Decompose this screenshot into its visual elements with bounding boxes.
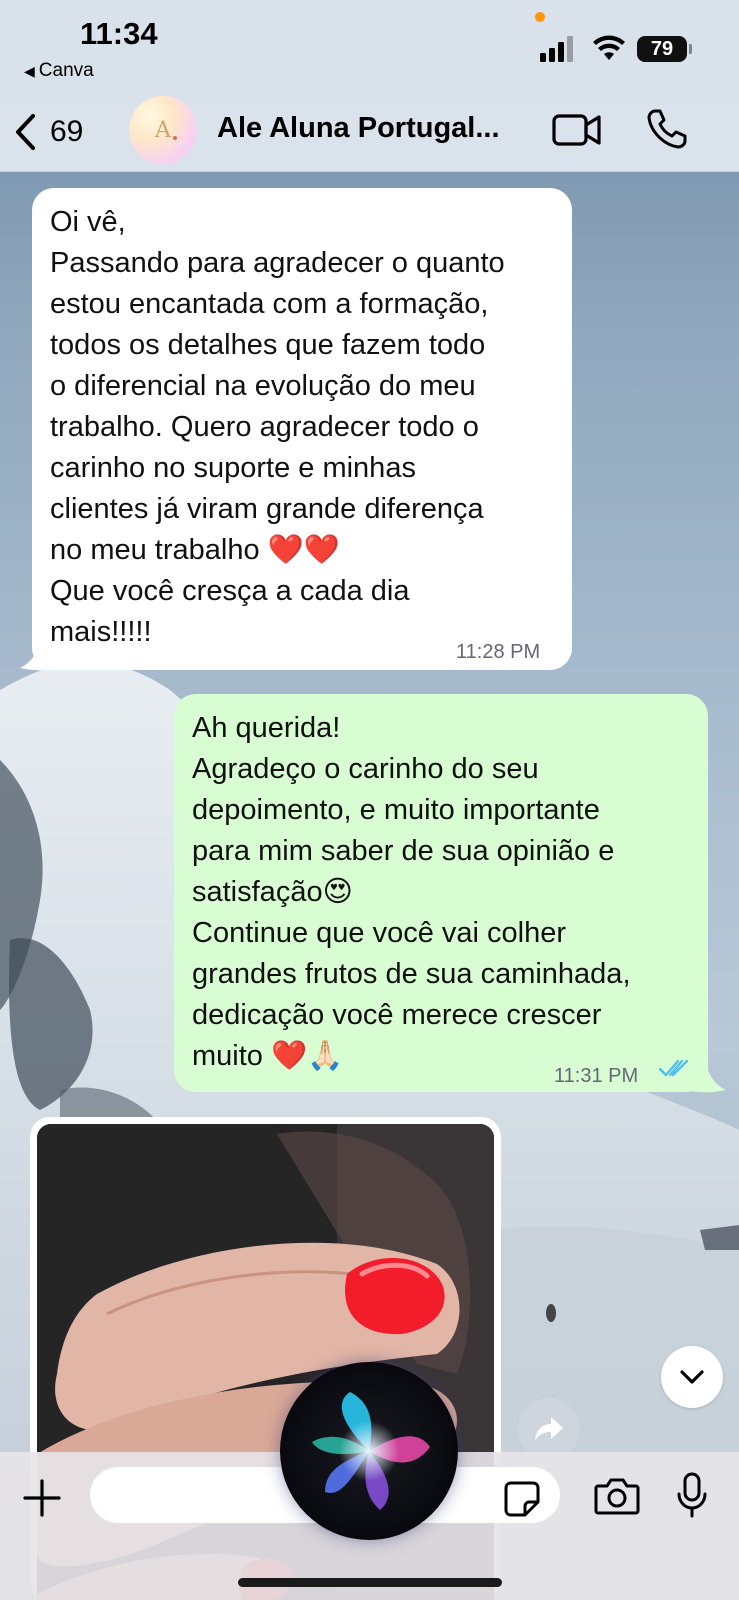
scroll-to-bottom-button[interactable]	[661, 1346, 723, 1408]
video-camera-icon	[552, 114, 601, 146]
message-timestamp: 11:28 PM	[456, 641, 541, 663]
message-line: todos os detalhes que fazem todo	[50, 329, 486, 361]
home-indicator[interactable]	[238, 1578, 502, 1587]
chevron-left-icon	[16, 114, 35, 150]
camera-icon	[594, 1478, 640, 1515]
message-line: satisfação😍	[192, 876, 353, 908]
microphone-button[interactable]	[676, 1472, 708, 1523]
battery-indicator: 79	[637, 36, 687, 62]
back-button[interactable]: 69	[14, 110, 104, 154]
phone-icon	[647, 109, 687, 149]
message-line: Continue que você vai colher	[192, 917, 567, 949]
message-line: carinho no suporte e minhas	[50, 452, 416, 484]
message-line: Agradeço o carinho do seu	[192, 753, 539, 785]
voice-call-button[interactable]	[646, 108, 688, 155]
attach-button[interactable]	[22, 1478, 62, 1523]
back-to-app-link[interactable]: ◀ Canva	[24, 60, 94, 82]
message-line: clientes já viram grande diferença	[50, 493, 484, 525]
message-line: Ah querida!	[192, 712, 341, 744]
avatar-accent-dot	[173, 136, 177, 140]
plus-icon	[23, 1479, 61, 1517]
unread-count: 69	[50, 115, 84, 148]
contact-name[interactable]: Ale Aluna Portugal...	[217, 112, 517, 145]
privacy-indicator-dot	[535, 12, 545, 22]
back-app-label: Canva	[38, 60, 94, 81]
video-call-button[interactable]	[552, 112, 602, 153]
contact-avatar[interactable]: A	[129, 96, 197, 164]
forward-button[interactable]	[518, 1398, 580, 1460]
battery-tip	[689, 44, 692, 54]
message-line: Oi vê,	[50, 206, 126, 238]
message-line: o diferencial na evolução do meu	[50, 370, 476, 402]
message-line: Passando para agradecer o quanto	[50, 247, 505, 279]
status-time: 11:34	[80, 16, 158, 51]
sticker-button[interactable]	[503, 1480, 541, 1523]
message-line: Que você cresça a cada dia	[50, 575, 410, 607]
message-line: grandes frutos de sua caminhada,	[192, 958, 631, 990]
message-line: estou encantada com a formação,	[50, 288, 489, 320]
chat-header: 69 A Ale Aluna Portugal...	[0, 92, 739, 172]
incoming-message-bubble[interactable]: Oi vê, Passando para agradecer o quanto …	[32, 188, 572, 670]
siri-glow-icon	[312, 1392, 430, 1510]
cellular-signal-icon	[540, 36, 573, 62]
status-bar: 11:34 ◀ Canva 79	[0, 0, 739, 92]
avatar-initial: A	[155, 117, 171, 143]
chevron-down-icon	[680, 1370, 704, 1384]
message-line: trabalho. Quero agradecer todo o	[50, 411, 479, 443]
sticker-icon	[504, 1481, 540, 1517]
double-check-read-icon	[658, 1059, 689, 1077]
wifi-icon	[593, 35, 625, 60]
forward-arrow-icon	[535, 1417, 563, 1441]
camera-button[interactable]	[594, 1476, 640, 1521]
microphone-icon	[677, 1472, 707, 1518]
message-line: dedicação você merece crescer	[192, 999, 602, 1031]
back-triangle-icon: ◀	[24, 63, 35, 79]
outgoing-message-bubble[interactable]: Ah querida! Agradeço o carinho do seu de…	[174, 694, 708, 1092]
message-line: para mim saber de sua opinião e	[192, 835, 615, 867]
message-timestamp: 11:31 PM	[554, 1065, 639, 1087]
message-line: no meu trabalho ❤️❤️	[50, 534, 340, 566]
siri-orb[interactable]	[280, 1362, 458, 1540]
message-line: depoimento, e muito importante	[192, 794, 600, 826]
